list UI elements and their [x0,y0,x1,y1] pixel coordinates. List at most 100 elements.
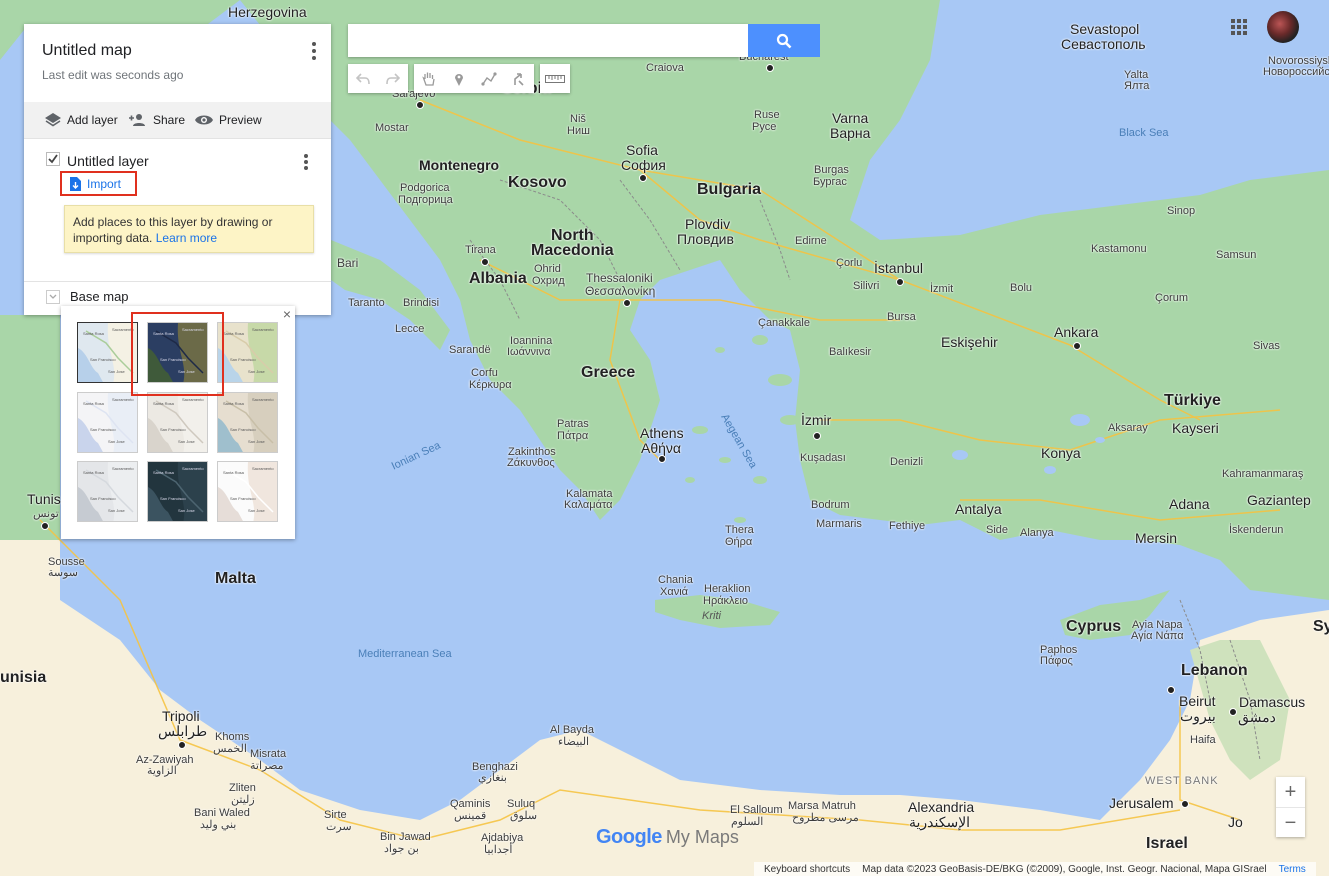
thumb-label: San Francisco [90,496,116,501]
basemap-thumb-mono-city[interactable]: Santa Rosa Sacramento San Francisco San Jos… [147,392,208,453]
marker-icon [455,73,463,86]
basemap-thumb-simple-atlas[interactable]: Santa Rosa Sacramento San Francisco San Jos… [217,392,278,453]
map-label: الإسكندرية [909,814,971,830]
map-footer: Keyboard shortcuts Map data ©2023 GeoBas… [754,862,1316,876]
map-label: Alexandria [908,799,975,815]
thumb-label: San Francisco [230,427,256,432]
map-label: Varna [832,110,869,126]
layer-visibility-checkbox[interactable] [46,152,60,166]
search-input[interactable] [348,24,748,57]
avatar[interactable] [1267,11,1299,43]
map-title[interactable]: Untitled map [42,42,132,60]
map-label: قمينس [454,810,487,822]
map-label: Sarandë [449,344,491,356]
draw-line-button[interactable] [474,64,504,93]
basemap-thumb-light-political[interactable]: Santa Rosa Sacramento San Francisco San Jos… [77,392,138,453]
map-label: Καλαμάτα [564,499,613,511]
select-items-button[interactable] [414,64,444,93]
layer-section: Untitled layer Import Add places to this… [24,138,331,282]
map-label: دمشق [1238,709,1276,725]
city-marker [41,522,49,530]
map-label: Çanakkale [758,317,810,329]
close-icon[interactable]: × [283,307,291,321]
basemap-thumb-light-landmass[interactable]: Santa Rosa Sacramento San Francisco San Jos… [77,461,138,522]
import-file-icon [70,177,81,191]
thumb-label: Santa Rosa [153,401,175,406]
share-button[interactable]: Share [128,102,185,138]
map-label: Tunis [27,491,61,507]
thumb-label: Sacramento [112,397,134,402]
preview-button[interactable]: Preview [194,102,262,138]
zoom-in-button[interactable]: + [1276,777,1305,807]
thumb-label: Sacramento [112,466,134,471]
redo-button[interactable] [378,64,408,93]
zoom-out-button[interactable]: − [1276,807,1305,838]
map-label: Kastamonu [1091,243,1147,255]
thumb-label: San Francisco [230,496,256,501]
map-label: Ζάκυνθος [507,457,555,469]
map-options-menu-icon[interactable] [311,42,317,60]
map-label: Tripoli [162,708,200,724]
map-label: بنغازي [478,772,507,784]
last-edit-status: Last edit was seconds ago [42,68,184,82]
map-label: بيروت [1180,708,1216,724]
thumb-label: San Jose [178,439,195,444]
ruler-icon [545,74,565,83]
add-marker-button[interactable] [444,64,474,93]
map-label: Ιωάννινα [507,346,551,358]
apps-grid-icon[interactable] [1231,19,1247,35]
layer-name[interactable]: Untitled layer [67,153,149,169]
learn-more-link[interactable]: Learn more [156,231,217,245]
thumb-label: San Jose [248,508,265,513]
map-data-attribution: Map data ©2023 GeoBasis-DE/BKG (©2009), … [862,863,1267,875]
basemap-thumb-dark-landmass[interactable]: Santa Rosa Sacramento San Francisco San Jos… [147,461,208,522]
map-label: Sofia [626,142,658,158]
map-label: Samsun [1216,249,1257,261]
map-label: الخمس [213,743,247,755]
basemap-thumb-map[interactable]: Santa Rosa Sacramento San Francisco San Jos… [77,322,138,383]
thumb-label: Santa Rosa [223,401,245,406]
add-directions-button[interactable] [504,64,534,93]
map-label: Macedonia [531,242,614,259]
thumb-label: San Jose [108,439,125,444]
keyboard-shortcuts-link[interactable]: Keyboard shortcuts [764,864,850,875]
map-label: Χανιά [660,586,688,598]
base-map-toggle[interactable]: Base map [46,289,129,304]
map-label: البيضاء [558,736,590,748]
preview-label: Preview [219,113,262,127]
search-button[interactable] [748,24,820,57]
map-label: Варна [830,125,871,141]
map-label: Israel [1146,835,1188,852]
map-label: Fethiye [889,520,926,532]
map-label: Θεσσαλονίκη [585,284,656,298]
undo-button[interactable] [348,64,378,93]
map-label: Kahramanmaraş [1222,468,1304,480]
terms-link[interactable]: Terms [1279,864,1306,875]
map-label: Бургас [813,176,847,188]
map-label: Edirne [795,235,827,247]
layer-options-menu-icon[interactable] [303,154,309,170]
thumb-label: San Jose [248,439,265,444]
city-marker [1167,686,1175,694]
map-label: تونس [33,508,59,520]
add-layer-button[interactable]: Add layer [44,102,118,138]
thumb-label: Sacramento [252,466,274,471]
basemap-thumb-satellite[interactable]: Santa Rosa Sacramento San Francisco San Jos… [147,322,208,383]
import-button[interactable]: Import [69,177,121,191]
thumb-label: San Francisco [90,427,116,432]
share-label: Share [153,113,186,127]
city-marker [416,101,424,109]
map-label: İskenderun [1229,524,1284,536]
directions-icon [514,72,524,86]
thumb-label: Sacramento [252,327,274,332]
map-label: Севастополь [1061,36,1146,52]
thumb-label: San Jose [108,369,125,374]
basemap-thumb-terrain[interactable]: Santa Rosa Sacramento San Francisco San Jos… [217,322,278,383]
measure-button[interactable] [540,64,570,93]
map-label: Balıkesir [829,346,872,358]
thumb-label: San Jose [248,369,265,374]
map-label: Türkiye [1164,392,1221,409]
map-label: Malta [215,570,256,587]
map-label: Ниш [567,125,590,137]
basemap-thumb-whitewater[interactable]: Santa Rosa Sacramento San Francisco San Jos… [217,461,278,522]
